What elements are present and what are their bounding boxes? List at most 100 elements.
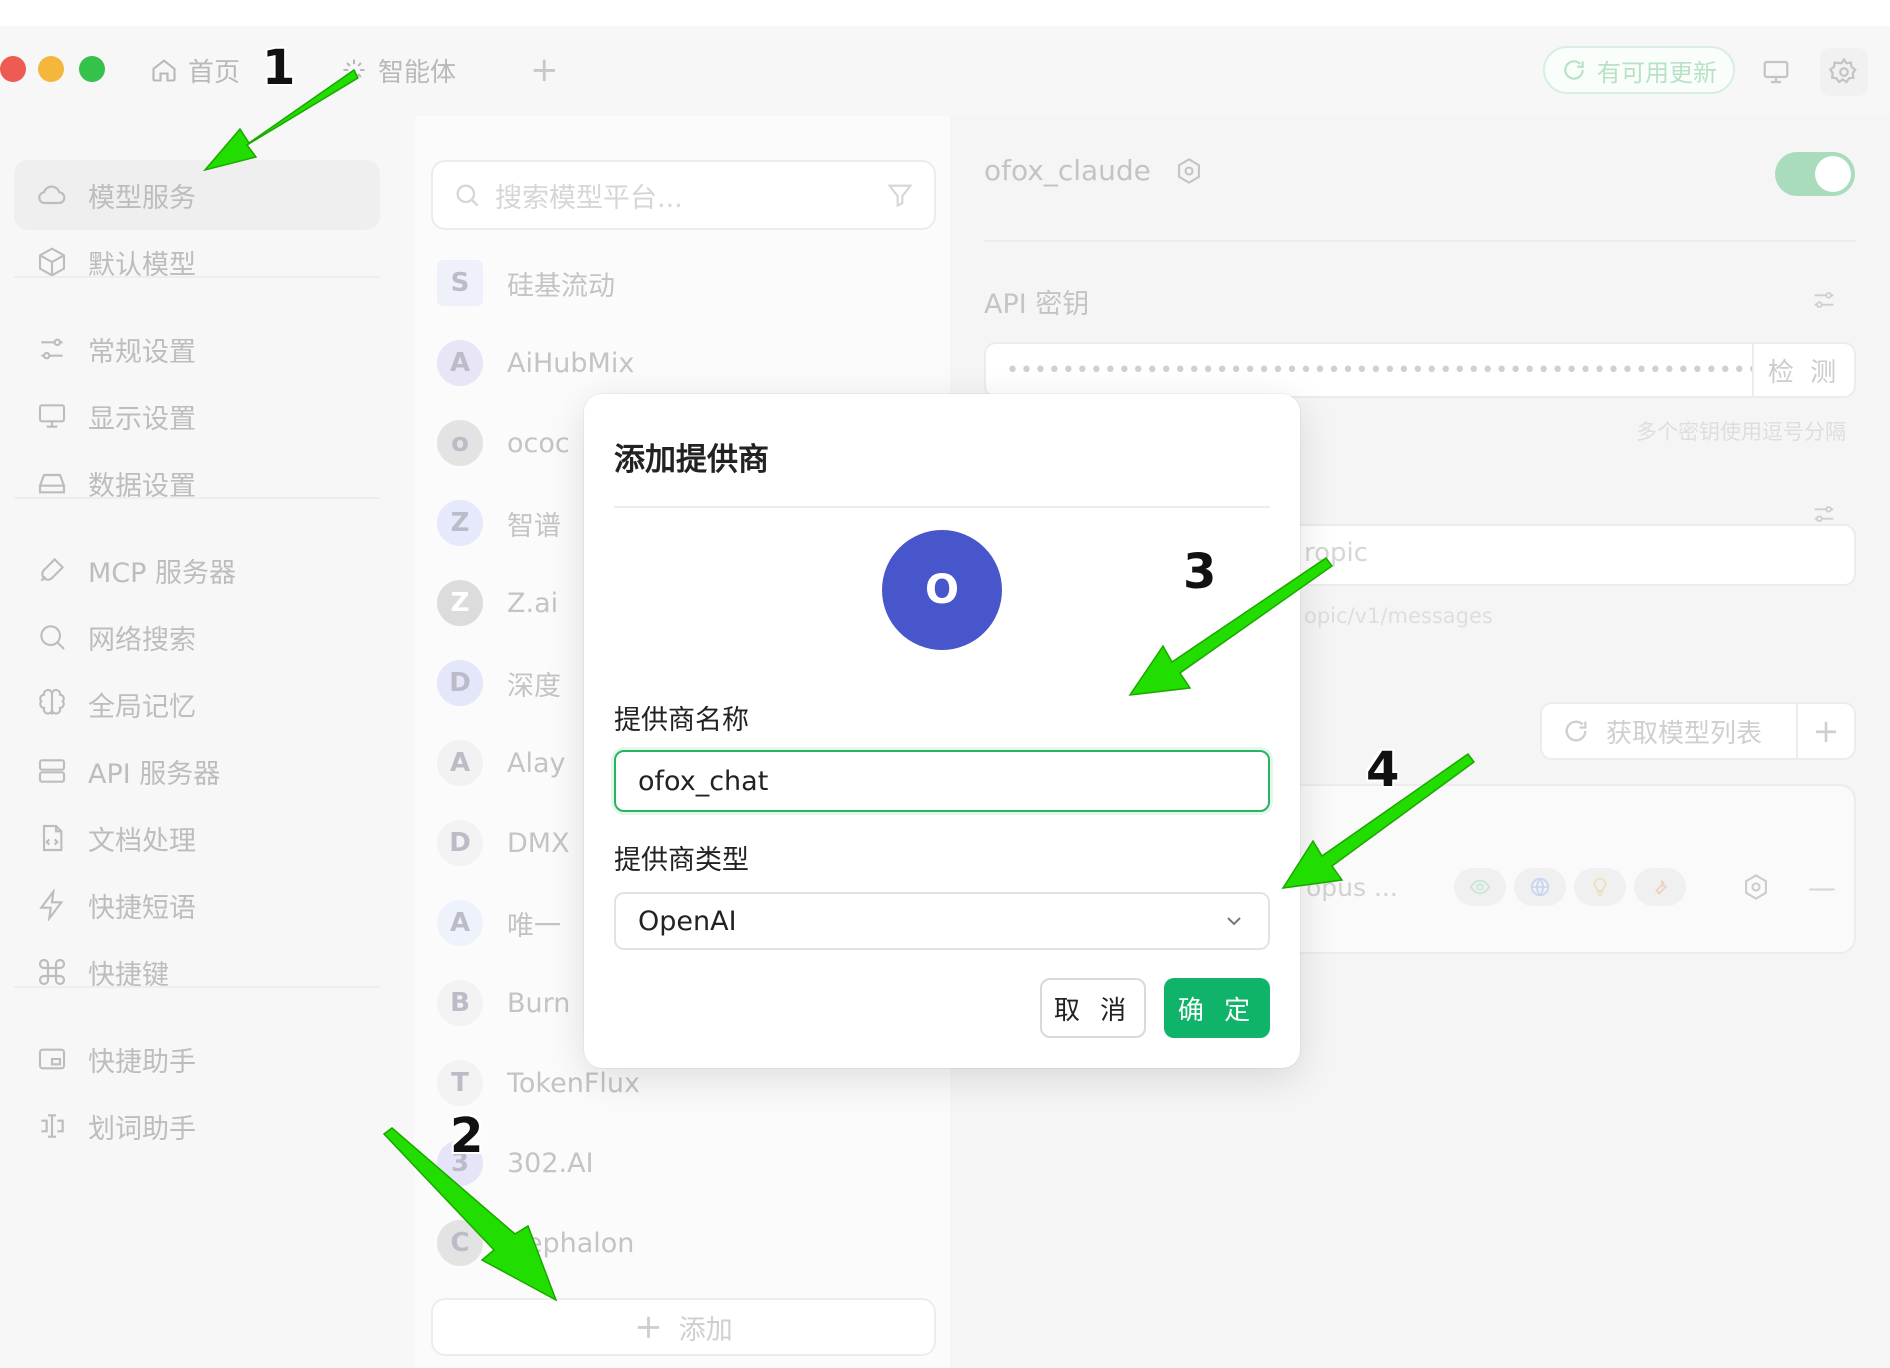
command-icon <box>38 958 66 986</box>
confirm-button[interactable]: 确 定 <box>1164 978 1270 1038</box>
maximize-window-button[interactable] <box>79 56 105 82</box>
server-icon <box>38 759 66 783</box>
annotation-step-3: 3 <box>1183 544 1217 600</box>
provider-type-value: OpenAI <box>638 905 737 937</box>
provider-enabled-toggle[interactable] <box>1775 152 1855 196</box>
text-cursor-icon <box>41 1114 64 1138</box>
provider-name: 智谱 <box>507 510 561 542</box>
provider-name: ococ <box>507 427 570 459</box>
vision-capability-chip <box>1453 868 1506 906</box>
cancel-button[interactable]: 取 消 <box>1040 978 1146 1038</box>
tab-home[interactable]: 首页 <box>150 50 240 90</box>
provider-name-label: 提供商名称 <box>614 705 749 736</box>
check-label: 检 测 <box>1767 357 1841 388</box>
sidebar-divider <box>14 986 380 988</box>
sidebar-item-global-memory[interactable]: 全局记忆 <box>14 669 380 739</box>
refresh-icon <box>1564 60 1584 80</box>
provider-name: 硅基流动 <box>507 270 615 302</box>
provider-logo: Z <box>437 500 483 546</box>
provider-item[interactable]: 3 302.AI <box>437 1128 937 1198</box>
provider-name: 深度 <box>507 670 561 702</box>
provider-name: 唯一 <box>507 910 561 942</box>
settings-sidebar: 模型服务 默认模型 常规设置 显示设置 数据设置 MCP 服务器 网络搜索 全局… <box>0 116 400 1368</box>
tab-home-label: 首页 <box>188 57 241 88</box>
settings-icon[interactable] <box>1175 157 1203 185</box>
document-icon <box>42 824 63 852</box>
filter-icon[interactable] <box>886 181 914 209</box>
brain-icon <box>39 688 65 715</box>
sidebar-item-label: API 服务器 <box>88 758 221 790</box>
add-provider-dialog: 添加提供商 O 提供商名称 提供商类型 OpenAI 取 消 确 定 <box>584 394 1300 1068</box>
sidebar-item-label: 全局记忆 <box>88 691 196 723</box>
check-api-key-button[interactable]: 检 测 <box>1754 342 1856 398</box>
provider-name-input[interactable] <box>614 750 1270 812</box>
monitor-icon <box>38 404 66 428</box>
provider-logo: S <box>437 260 483 306</box>
tab-agents-label: 智能体 <box>378 57 457 88</box>
sidebar-item-quick-assistant[interactable]: 快捷助手 <box>14 1024 380 1094</box>
settings-icon[interactable] <box>1742 873 1770 901</box>
plug-icon <box>40 557 65 582</box>
sidebar-item-label: MCP 服务器 <box>88 557 237 589</box>
sidebar-item-label: 网络搜索 <box>88 624 196 656</box>
close-window-button[interactable] <box>0 56 26 82</box>
api-key-value: ••••••••••••••••••••••••••••••••••••••••… <box>1006 357 1752 383</box>
sidebar-item-selection-assistant[interactable]: 划词助手 <box>14 1091 380 1161</box>
monitor-button[interactable] <box>1752 48 1800 96</box>
sidebar-item-web-search[interactable]: 网络搜索 <box>14 602 380 672</box>
provider-type-select[interactable]: OpenAI <box>614 892 1270 950</box>
settings-button[interactable] <box>1820 48 1868 96</box>
dialog-title: 添加提供商 <box>614 442 769 478</box>
provider-item[interactable]: A AiHubMix <box>437 328 937 398</box>
adjust-icon[interactable] <box>1810 286 1838 314</box>
plus-icon: + <box>634 1307 663 1347</box>
globe-icon <box>1530 877 1549 897</box>
api-key-hint: 多个密钥使用逗号分隔 <box>1636 420 1846 444</box>
sidebar-item-default-model[interactable]: 默认模型 <box>14 227 380 297</box>
sidebar-item-mcp-servers[interactable]: MCP 服务器 <box>14 535 380 605</box>
sidebar-item-shortcuts[interactable]: 快捷键 <box>14 937 380 1007</box>
annotation-step-4: 4 <box>1366 742 1400 798</box>
app-window: 首页 智能体 + 有可用更新 模型服务 默认模型 常规设置 显示设置 数据设置 … <box>0 26 1890 1368</box>
provider-header: ofox_claude <box>984 154 1203 187</box>
minimize-window-button[interactable] <box>38 56 64 82</box>
sidebar-divider <box>14 276 380 278</box>
sidebar-item-label: 快捷短语 <box>88 892 196 924</box>
sidebar-item-model-service[interactable]: 模型服务 <box>14 160 380 230</box>
sidebar-item-label: 模型服务 <box>88 182 196 214</box>
sidebar-item-label: 划词助手 <box>88 1113 196 1145</box>
provider-logo: C <box>437 1220 483 1266</box>
provider-search-input[interactable]: 搜索模型平台... <box>431 160 936 230</box>
provider-logo: A <box>437 340 483 386</box>
web-capability-chip <box>1513 868 1566 906</box>
lightbulb-icon <box>1593 877 1607 897</box>
provider-item[interactable]: C Cephalon <box>437 1208 937 1278</box>
sparkle-icon <box>343 59 365 81</box>
add-model-button[interactable]: + <box>1798 712 1854 750</box>
model-row[interactable]: opus ... — <box>1306 868 1836 906</box>
tool-capability-chip <box>1633 868 1686 906</box>
update-available-button[interactable]: 有可用更新 <box>1543 46 1735 94</box>
add-provider-button[interactable]: + 添加 <box>431 1298 936 1356</box>
sidebar-item-document-processing[interactable]: 文档处理 <box>14 803 380 873</box>
provider-logo: D <box>437 820 483 866</box>
reasoning-capability-chip <box>1573 868 1626 906</box>
sidebar-item-general-settings[interactable]: 常规设置 <box>14 314 380 384</box>
new-tab-button[interactable]: + <box>530 50 559 90</box>
provider-logo: A <box>437 740 483 786</box>
provider-title: ofox_claude <box>984 154 1151 187</box>
remove-model-button[interactable]: — <box>1808 871 1836 904</box>
api-key-input[interactable]: ••••••••••••••••••••••••••••••••••••••••… <box>984 342 1754 398</box>
refresh-icon <box>1565 720 1587 742</box>
sidebar-item-data-settings[interactable]: 数据设置 <box>14 448 380 518</box>
provider-item[interactable]: S 硅基流动 <box>437 248 937 318</box>
provider-avatar[interactable]: O <box>882 530 1002 650</box>
fetch-models-button[interactable]: 获取模型列表 + <box>1540 702 1856 760</box>
tab-agents[interactable]: 智能体 <box>340 50 456 90</box>
provider-logo: B <box>437 980 483 1026</box>
sidebar-item-api-server[interactable]: API 服务器 <box>14 736 380 806</box>
sidebar-item-quick-phrases[interactable]: 快捷短语 <box>14 870 380 940</box>
sidebar-item-label: 文档处理 <box>88 825 196 857</box>
bolt-icon <box>39 889 64 921</box>
sidebar-item-display-settings[interactable]: 显示设置 <box>14 381 380 451</box>
